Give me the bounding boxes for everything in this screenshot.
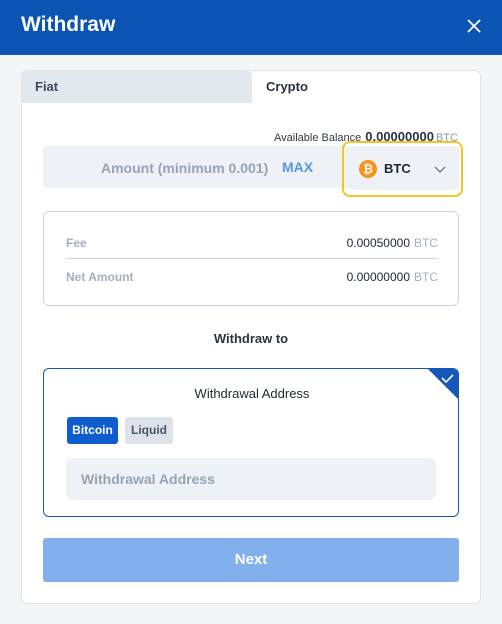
network-liquid-button[interactable]: Liquid: [125, 417, 173, 444]
address-card[interactable]: Withdrawal Address Bitcoin Liquid: [43, 368, 459, 517]
network-bitcoin-button[interactable]: Bitcoin: [67, 417, 118, 444]
withdraw-to-heading: Withdraw to: [213, 331, 289, 346]
modal-header: Withdraw: [0, 0, 502, 55]
tab-crypto-label: Crypto: [266, 79, 308, 94]
close-icon[interactable]: [462, 14, 486, 38]
next-button[interactable]: Next: [43, 538, 459, 582]
net-amount-row: Net Amount 0.00000000 BTC: [66, 260, 438, 294]
fee-divider: [66, 258, 438, 259]
fee-currency: BTC: [414, 236, 438, 250]
net-amount-currency: BTC: [414, 270, 438, 284]
amount-input[interactable]: Amount (minimum 0.001): [101, 160, 268, 176]
selected-coin-label: BTC: [384, 161, 411, 176]
tab-fiat-label: Fiat: [35, 79, 59, 94]
modal-title: Withdraw: [21, 13, 116, 36]
address-card-title: Withdrawal Address: [194, 386, 310, 401]
fee-summary: Fee 0.00050000 BTC Net Amount 0.00000000…: [43, 211, 459, 306]
withdrawal-address-input[interactable]: [66, 458, 436, 500]
coin-select-inner: ₿ BTC: [350, 148, 459, 190]
fee-row: Fee 0.00050000 BTC: [66, 226, 438, 260]
chevron-down-icon: [434, 166, 446, 173]
tab-crypto[interactable]: Crypto: [252, 70, 481, 103]
fee-value: 0.00050000: [346, 236, 410, 250]
tab-fiat[interactable]: Fiat: [21, 70, 252, 103]
max-button[interactable]: MAX: [282, 159, 313, 175]
net-amount-label: Net Amount: [66, 270, 134, 284]
fee-label: Fee: [66, 236, 87, 250]
net-amount-value: 0.00000000: [346, 270, 410, 284]
coin-select-dropdown[interactable]: ₿ BTC: [342, 141, 463, 197]
bitcoin-icon: ₿: [359, 160, 377, 178]
